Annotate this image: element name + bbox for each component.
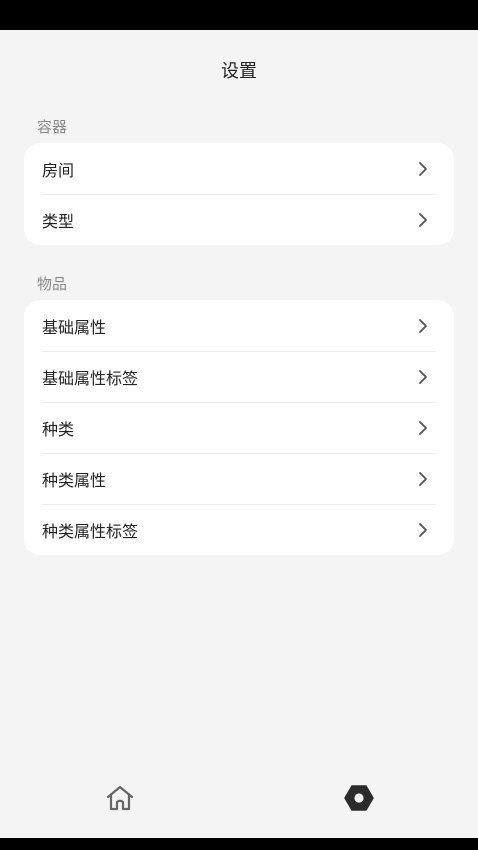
item-settings-card: 基础属性 基础属性标签 种类 种类属性 种类属性标签 [24,300,454,555]
status-bar [0,0,478,30]
settings-item-label: 基础属性标签 [42,368,139,388]
section-label-items: 物品 [37,275,68,293]
settings-item-label: 种类属性 [42,470,107,490]
chevron-right-icon [419,522,427,537]
settings-item-category-attributes[interactable]: 种类属性 [24,453,454,504]
system-bottom-bar [0,838,478,850]
settings-item-basic-attributes[interactable]: 基础属性 [24,300,454,351]
chevron-right-icon [419,212,427,227]
chevron-right-icon [419,369,427,384]
settings-item-rooms[interactable]: 房间 [24,143,454,194]
settings-item-categories[interactable]: 种类 [24,402,454,453]
chevron-right-icon [419,420,427,435]
container-settings-card: 房间 类型 [24,143,454,245]
settings-item-label: 类型 [42,211,75,231]
settings-item-basic-attribute-tags[interactable]: 基础属性标签 [24,351,454,402]
page-title: 设置 [221,61,257,82]
settings-screen: 设置 容器 房间 类型 物品 基础属性 基础属性标签 种类 种类属性 种类属性标… [0,30,478,838]
settings-item-label: 种类属性标签 [42,521,139,541]
settings-item-label: 种类 [42,419,75,439]
settings-item-label: 基础属性 [42,317,107,337]
chevron-right-icon [419,161,427,176]
nav-home-button[interactable] [100,778,140,818]
settings-item-types[interactable]: 类型 [24,194,454,245]
settings-icon [344,785,374,811]
home-icon [106,785,134,811]
chevron-right-icon [419,318,427,333]
nav-settings-button[interactable] [339,778,379,818]
settings-item-label: 房间 [42,160,75,180]
chevron-right-icon [419,471,427,486]
section-label-container: 容器 [37,118,68,136]
settings-item-category-attribute-tags[interactable]: 种类属性标签 [24,504,454,555]
